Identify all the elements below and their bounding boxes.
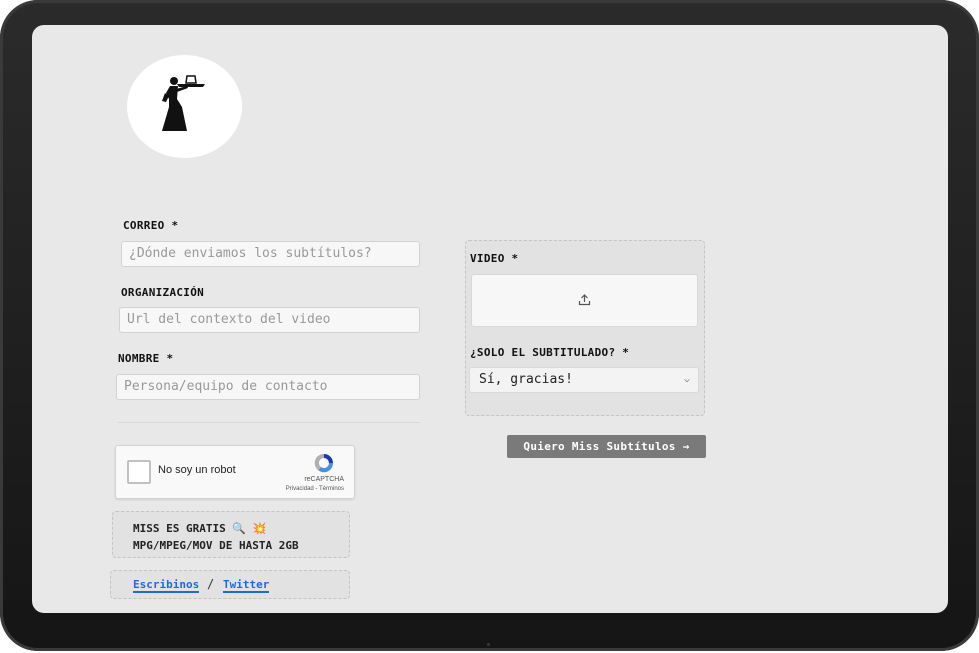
subtitle-only-select[interactable]: Sí, gracias! ⌵ [469, 367, 699, 393]
recaptcha-widget: No soy un robot reCAPTCHA Privacidad - T… [115, 445, 355, 499]
submit-button[interactable]: Quiero Miss Subtítulos → [507, 435, 706, 458]
organization-label: ORGANIZACIÓN [121, 286, 205, 299]
name-label: NOMBRE * [118, 352, 174, 365]
info-box: MISS ES GRATIS 🔍 💥 MPG/MPEG/MOV DE HASTA… [112, 511, 350, 558]
captcha-brand: reCAPTCHA [304, 476, 344, 483]
video-panel: VIDEO * ¿SOLO EL SUBTITULADO? * Sí, grac… [465, 240, 705, 416]
email-input[interactable]: ¿Dónde enviamos los subtítulos? [121, 241, 420, 267]
upload-icon [578, 294, 591, 306]
captcha-checkbox[interactable] [127, 460, 151, 484]
tablet-frame: CORREO * ¿Dónde enviamos los subtítulos?… [0, 0, 979, 651]
video-dropzone[interactable] [471, 274, 698, 327]
links-separator: / [207, 577, 215, 591]
camera-dot [487, 643, 490, 646]
video-label: VIDEO * [470, 252, 519, 265]
subtitle-only-value: Sí, gracias! [479, 372, 573, 387]
info-free: MISS ES GRATIS 🔍 💥 [133, 522, 267, 535]
name-input[interactable]: Persona/equipo de contacto [116, 374, 420, 400]
email-label: CORREO * [123, 219, 179, 232]
recaptcha-icon [314, 453, 334, 473]
chevron-down-icon: ⌵ [683, 374, 690, 385]
organization-input[interactable]: Url del contexto del video [119, 307, 420, 333]
subtitle-only-label: ¿SOLO EL SUBTITULADO? * [470, 346, 630, 359]
divider [118, 422, 420, 423]
links-box: Escribinos / Twitter [110, 570, 350, 599]
info-formats: MPG/MPEG/MOV DE HASTA 2GB [133, 539, 299, 552]
waitress-logo-icon [162, 75, 205, 131]
write-us-link[interactable]: Escribinos [133, 578, 200, 593]
captcha-label: No soy un robot [158, 464, 236, 476]
screen: CORREO * ¿Dónde enviamos los subtítulos?… [32, 25, 948, 613]
captcha-terms[interactable]: Privacidad - Términos [286, 486, 344, 492]
logo [127, 55, 242, 158]
twitter-link[interactable]: Twitter [223, 578, 270, 593]
